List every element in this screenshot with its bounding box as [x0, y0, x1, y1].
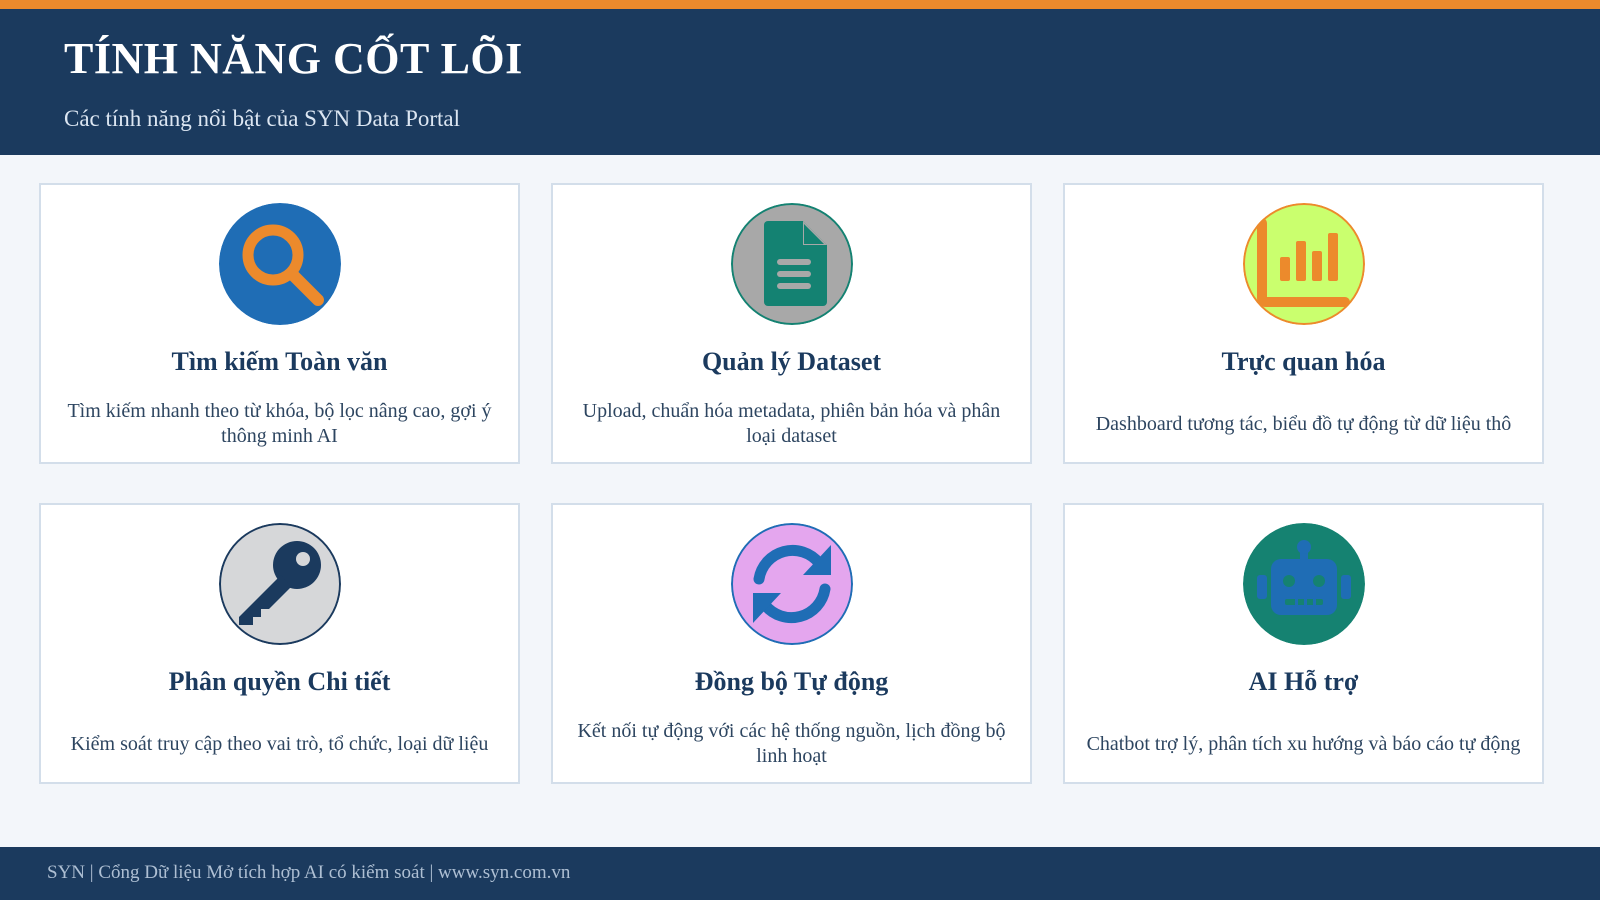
- feature-description: Kiểm soát truy cập theo vai trò, tổ chức…: [70, 732, 489, 755]
- feature-description: Tìm kiếm nhanh theo từ khóa, bộ lọc nâng…: [67, 400, 492, 447]
- feature-title: Tìm kiếm Toàn văn: [171, 347, 388, 376]
- feature-card-permissions: Phân quyền Chi tiết Kiểm soát truy cập t…: [39, 503, 520, 784]
- bar-chart-icon: [1242, 203, 1365, 325]
- feature-description: Kết nối tự động với các hệ thống nguồn, …: [577, 720, 1006, 767]
- feature-title: Phân quyền Chi tiết: [168, 667, 391, 696]
- feature-card-dataset: Quản lý Dataset Upload, chuẩn hóa metada…: [551, 183, 1032, 464]
- document-icon: [730, 203, 853, 325]
- page-header: TÍNH NĂNG CỐT LÕI Các tính năng nổi bật …: [0, 9, 1600, 155]
- page-footer: SYN | Cổng Dữ liệu Mở tích hợp AI có kiể…: [0, 847, 1600, 900]
- feature-title: Đồng bộ Tự động: [694, 667, 889, 696]
- sync-icon: [730, 523, 853, 645]
- accent-stripe: [0, 0, 1600, 9]
- feature-card-search: Tìm kiếm Toàn văn Tìm kiếm nhanh theo từ…: [39, 183, 520, 464]
- search-icon: [218, 203, 341, 325]
- feature-title: AI Hỗ trợ: [1248, 667, 1359, 696]
- feature-card-sync: Đồng bộ Tự động Kết nối tự động với các …: [551, 503, 1032, 784]
- feature-card-ai: AI Hỗ trợ Chatbot trợ lý, phân tích xu h…: [1063, 503, 1544, 784]
- feature-description: Chatbot trợ lý, phân tích xu hướng và bá…: [1086, 732, 1521, 755]
- feature-title: Trực quan hóa: [1221, 347, 1386, 376]
- feature-card-visualization: Trực quan hóa Dashboard tương tác, biểu …: [1063, 183, 1544, 464]
- footer-text: SYN | Cổng Dữ liệu Mở tích hợp AI có kiể…: [47, 862, 571, 883]
- feature-description: Dashboard tương tác, biểu đồ tự động từ …: [1095, 412, 1512, 435]
- robot-icon: [1242, 523, 1365, 645]
- feature-title: Quản lý Dataset: [701, 347, 882, 376]
- key-icon: [218, 523, 341, 645]
- feature-description: Upload, chuẩn hóa metadata, phiên bản hó…: [582, 400, 1001, 447]
- page-title: TÍNH NĂNG CỐT LÕI: [64, 34, 523, 83]
- page-subtitle: Các tính năng nổi bật của SYN Data Porta…: [64, 106, 461, 131]
